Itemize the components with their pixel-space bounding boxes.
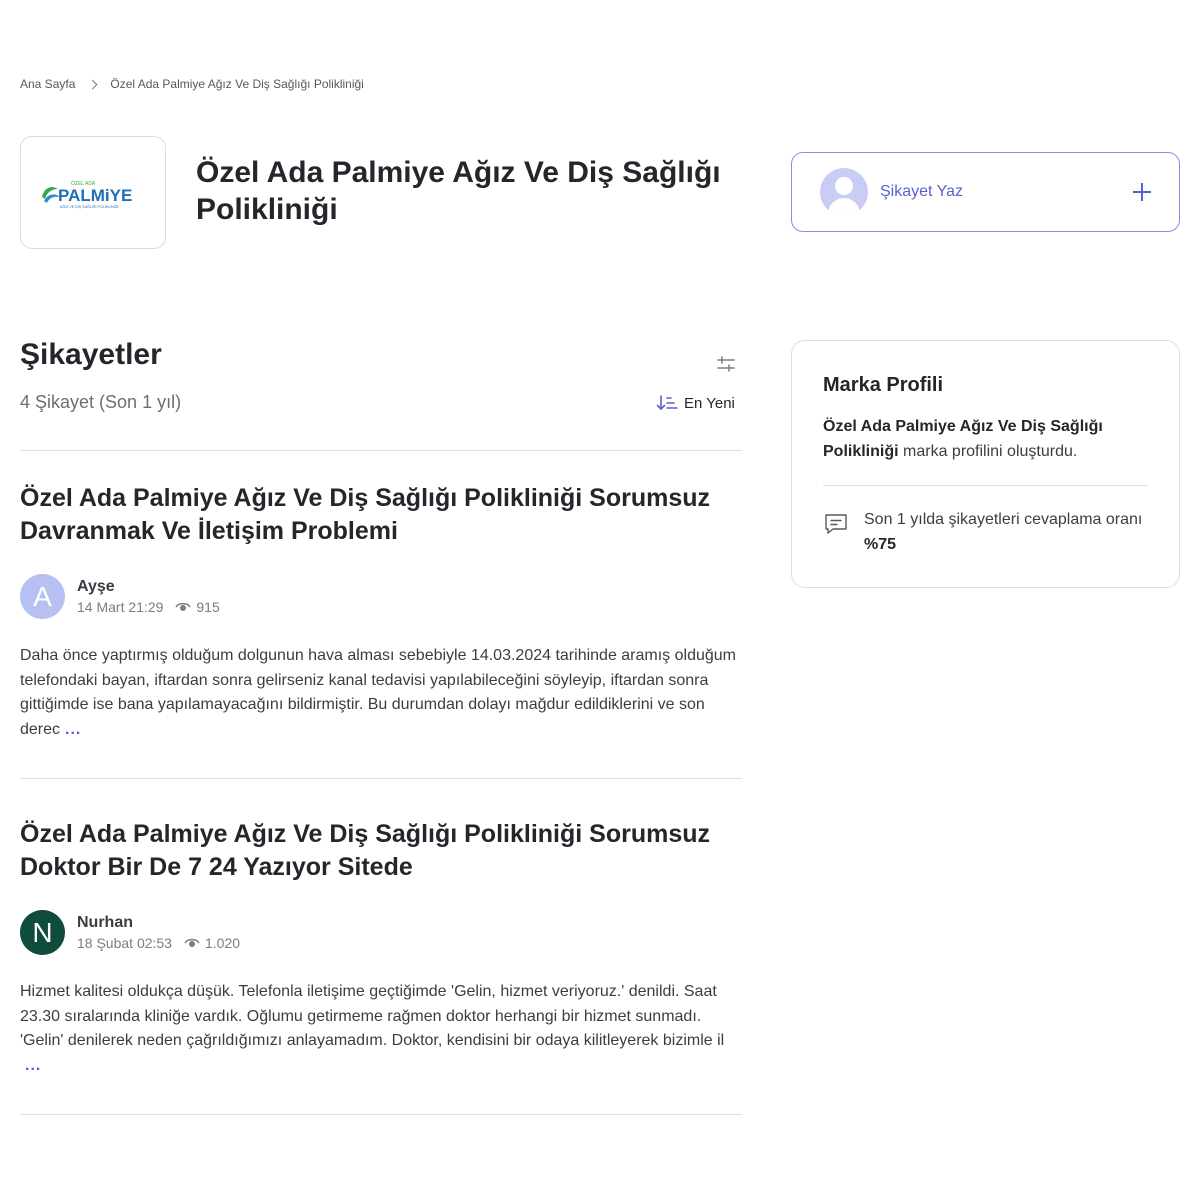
svg-text:PALMiYE: PALMiYE [58, 186, 132, 205]
complaint-date: 14 Mart 21:29 [77, 599, 164, 615]
complaint-title-link[interactable]: Özel Ada Palmiye Ağız Ve Diş Sağlığı Pol… [20, 818, 742, 884]
brand-profile-title: Marka Profili [823, 374, 944, 396]
read-more-button[interactable]: ... [25, 1054, 41, 1079]
view-count: 1.020 [204, 935, 241, 951]
response-rate-label: Son 1 yılda şikayetleri cevaplama oranı [864, 511, 1143, 528]
brand-logo: ÖZEL ADA PALMiYE AĞIZ VE DİŞ SAĞLIĞI POL… [20, 136, 166, 249]
divider [20, 1114, 742, 1115]
breadcrumb: Ana Sayfa Özel Ada Palmiye Ağız Ve Diş S… [20, 77, 364, 91]
complaint-excerpt: Hizmet kalitesi oldukça düşük. Telefonla… [20, 980, 742, 1078]
avatar: N [20, 910, 65, 955]
plus-icon [1133, 183, 1151, 201]
divider [20, 450, 742, 451]
svg-text:AĞIZ VE DİŞ SAĞLIĞI POLİKLİNİĞ: AĞIZ VE DİŞ SAĞLIĞI POLİKLİNİĞİ [60, 204, 119, 209]
complaint-card: Özel Ada Palmiye Ağız Ve Diş Sağlığı Pol… [20, 482, 742, 742]
response-rate: Son 1 yılda şikayetleri cevaplama oranı … [823, 508, 1148, 557]
chevron-right-icon [87, 79, 98, 89]
brand-profile-description: Özel Ada Palmiye Ağız Ve Diş Sağlığı Pol… [823, 418, 1103, 460]
read-more-button[interactable]: ... [65, 718, 81, 743]
response-rate-value: %75 [864, 535, 897, 553]
complaint-author: N Nurhan 18 Şubat 02:53 1.020 [20, 910, 742, 955]
sort-dropdown[interactable]: En Yeni [656, 394, 735, 412]
brand-profile-card: Marka Profili Özel Ada Palmiye Ağız Ve D… [791, 340, 1180, 588]
eye-icon [184, 938, 200, 947]
divider [20, 778, 742, 779]
write-complaint-button[interactable]: Şikayet Yaz [791, 152, 1180, 232]
chat-bubble-icon [825, 514, 847, 534]
eye-icon [175, 602, 192, 611]
avatar: A [20, 574, 65, 619]
breadcrumb-home-link[interactable]: Ana Sayfa [20, 77, 75, 91]
sort-descending-icon [656, 395, 678, 410]
breadcrumb-current: Özel Ada Palmiye Ağız Ve Diş Sağlığı Pol… [110, 77, 364, 91]
complaint-title-link[interactable]: Özel Ada Palmiye Ağız Ve Diş Sağlığı Pol… [20, 482, 742, 548]
view-count: 915 [196, 599, 220, 615]
user-avatar-icon [820, 168, 868, 216]
author-name: Nurhan [77, 914, 133, 931]
filter-sliders-icon[interactable] [716, 354, 736, 374]
write-complaint-label: Şikayet Yaz [880, 183, 964, 200]
complaint-author: A Ayşe 14 Mart 21:29 915 [20, 574, 742, 619]
page-title: Özel Ada Palmiye Ağız Ve Diş Sağlığı Pol… [196, 156, 721, 226]
complaints-count: 4 Şikayet (Son 1 yıl) [20, 392, 182, 412]
palmiye-logo-icon: ÖZEL ADA PALMiYE AĞIZ VE DİŞ SAĞLIĞI POL… [42, 180, 132, 209]
divider [823, 485, 1148, 486]
complaints-section-title: Şikayetler [20, 338, 162, 371]
complaint-excerpt: Daha önce yaptırmış olduğum dolgunun hav… [20, 644, 742, 742]
author-name: Ayşe [77, 578, 115, 595]
complaint-date: 18 Şubat 02:53 [77, 935, 172, 951]
complaint-card: Özel Ada Palmiye Ağız Ve Diş Sağlığı Pol… [20, 818, 742, 1078]
sort-label: En Yeni [684, 394, 735, 412]
